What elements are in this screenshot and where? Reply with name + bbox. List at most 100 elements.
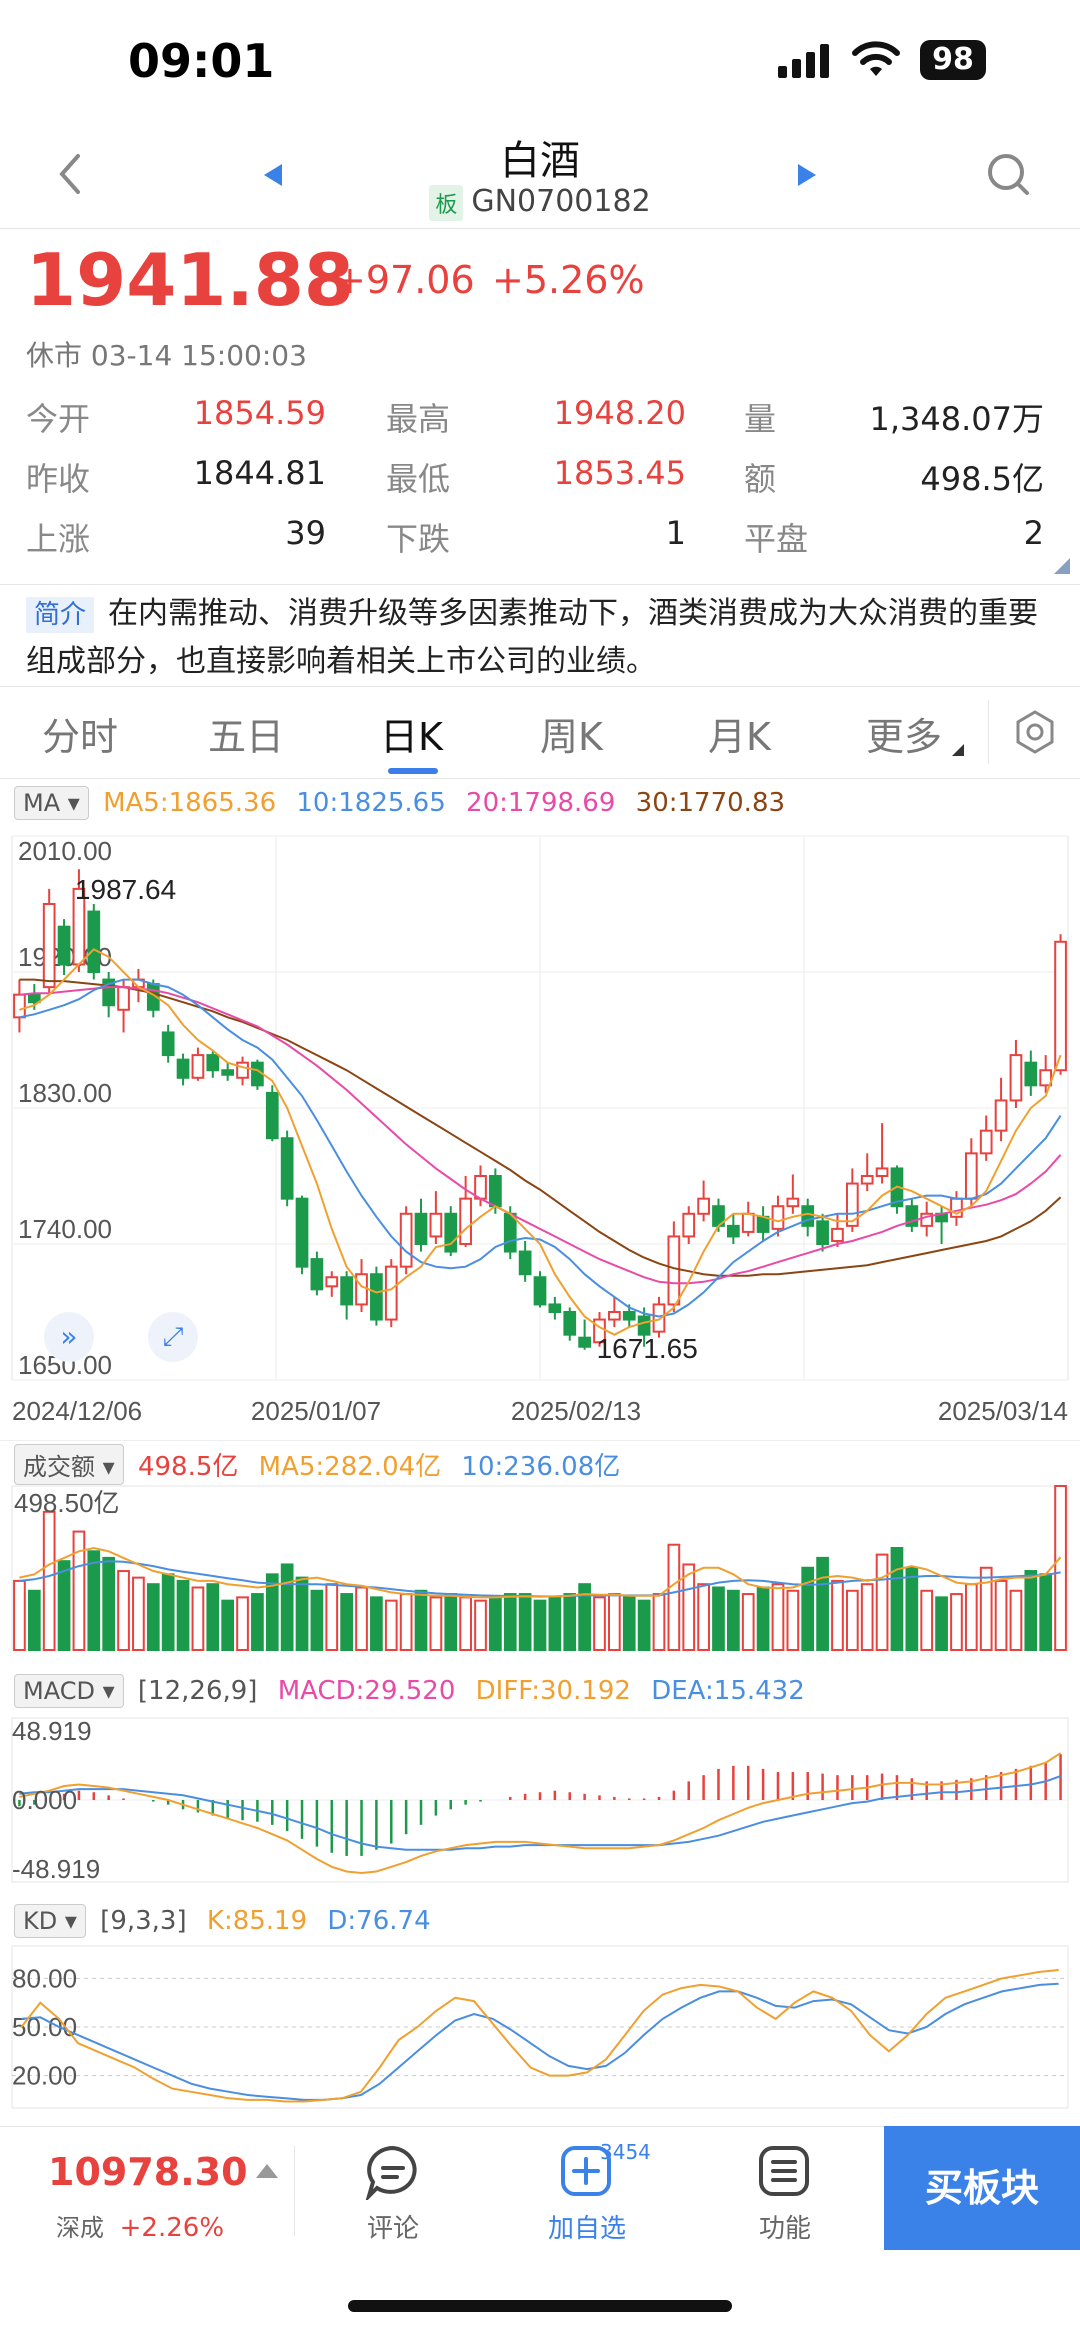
status-bar: 09:01 98: [0, 0, 1080, 120]
volume-bar: [831, 1579, 844, 1651]
home-indicator[interactable]: [348, 2300, 732, 2312]
macd-chart[interactable]: 48.919 0.000 -48.919: [0, 1712, 1080, 1884]
comment-button[interactable]: 评论: [338, 2144, 448, 2245]
fullscreen-icon[interactable]: ⤢: [148, 1312, 198, 1362]
status-time: 09:01: [128, 34, 275, 88]
period-tabs: 分时 五日 日K 周K 月K 更多: [0, 690, 1080, 780]
candle-body: [1009, 1054, 1023, 1102]
buy-board-button[interactable]: 买板块: [884, 2126, 1080, 2250]
volume-bar: [637, 1599, 651, 1651]
candle-body: [191, 1054, 205, 1079]
d-line: [21, 1982, 1059, 2101]
comment-label: 评论: [366, 2214, 419, 2244]
volume-bar: [429, 1596, 443, 1651]
caret-up-icon[interactable]: [256, 2164, 278, 2178]
low-annotation: 1671.65: [597, 1333, 698, 1364]
volume-bar: [206, 1583, 220, 1651]
stat-value-down-count: 1: [665, 514, 686, 552]
candle-body: [13, 993, 26, 1019]
candle-body: [117, 986, 130, 1011]
x-tick-label: 2025/01/07: [251, 1396, 381, 1426]
macd-selector-label: MACD: [23, 1677, 95, 1705]
volume-bar: [652, 1593, 666, 1652]
candle-body: [831, 1227, 844, 1242]
tab-intraday[interactable]: 分时: [42, 706, 118, 761]
candle-body: [27, 993, 41, 1004]
volume-bar: [994, 1579, 1008, 1651]
candle-body: [384, 1265, 398, 1321]
volume-bar: [191, 1586, 205, 1651]
candle-body: [399, 1212, 413, 1268]
gear-icon[interactable]: [1014, 710, 1056, 754]
volume-bar: [712, 1586, 725, 1651]
volume-bar: [533, 1599, 547, 1651]
volume-bar: [920, 1589, 934, 1651]
expand-corner-icon[interactable]: [1052, 556, 1072, 576]
y-tick-label: 2010.00: [18, 836, 112, 866]
stat-value-up-count: 39: [285, 514, 326, 552]
stat-value-open: 1854.59: [193, 394, 326, 432]
search-icon[interactable]: [986, 152, 1030, 196]
dea-line: [19, 1775, 1061, 1851]
candle-body: [489, 1175, 502, 1208]
candle-body: [295, 1197, 309, 1268]
tab-more[interactable]: 更多: [866, 706, 942, 761]
candle-body: [370, 1273, 383, 1321]
candle-body: [1024, 1061, 1038, 1087]
k-line: [20, 1969, 1059, 2103]
volume-bar: [816, 1556, 829, 1651]
candle-body: [548, 1303, 562, 1314]
stat-label: 下跌: [386, 520, 451, 558]
x-tick-label: 2025/02/13: [511, 1396, 641, 1426]
candle-body: [682, 1212, 696, 1238]
expand-left-icon[interactable]: »: [44, 1312, 94, 1362]
candle-body: [444, 1212, 458, 1253]
volume-bar: [964, 1583, 978, 1651]
candle-body: [667, 1235, 681, 1306]
volume-bar: [399, 1593, 413, 1652]
macd-legend: MACD ▾ [12,26,9] MACD:29.520 DIFF:30.192…: [14, 1674, 805, 1708]
volume-bar: [146, 1583, 160, 1651]
volume-bar: [1054, 1485, 1067, 1651]
tab-monthly-k[interactable]: 月K: [708, 706, 771, 761]
candle-body: [816, 1220, 829, 1246]
volume-bar: [444, 1593, 458, 1652]
kd-selector[interactable]: KD ▾: [14, 1904, 86, 1938]
candle-body: [503, 1212, 517, 1253]
candle-body: [756, 1215, 770, 1233]
volume-ma10: 10:236.08亿: [461, 1452, 621, 1482]
kd-selector-label: KD: [23, 1907, 58, 1935]
signal-icon: [778, 44, 829, 78]
tab-weekly-k[interactable]: 周K: [540, 706, 603, 761]
macd-selector[interactable]: MACD ▾: [14, 1674, 124, 1708]
stat-label: 最低: [386, 460, 451, 498]
candle-body: [875, 1167, 889, 1178]
ma-selector[interactable]: MA ▾: [14, 786, 89, 820]
volume-bar: [697, 1583, 710, 1651]
kd-chart[interactable]: 80.0050.0020.00: [0, 1942, 1080, 2112]
candle-body: [265, 1091, 279, 1140]
volume-chart[interactable]: 498.50亿: [0, 1480, 1080, 1652]
stat-value-high: 1948.20: [553, 394, 686, 432]
candle-body: [726, 1224, 740, 1238]
page-title: 白酒: [500, 138, 580, 184]
volume-bar: [102, 1556, 116, 1651]
divider: [0, 1440, 1080, 1441]
y-tick-label: 20.00: [12, 2061, 77, 2091]
index-value[interactable]: 10978.30: [48, 2150, 248, 2194]
volume-bar: [414, 1589, 428, 1651]
volume-selector[interactable]: 成交额 ▾: [14, 1444, 124, 1485]
function-button[interactable]: 功能: [730, 2144, 840, 2245]
candle-body: [310, 1258, 324, 1291]
x-tick-label: 2025/03/14: [938, 1396, 1068, 1426]
stat-value-volume: 1,348.07万: [869, 400, 1044, 438]
volume-bar: [72, 1530, 86, 1651]
tab-five-day[interactable]: 五日: [208, 706, 284, 761]
volume-bar: [340, 1593, 354, 1652]
candle-body: [1054, 940, 1067, 1072]
volume-bar: [459, 1596, 472, 1651]
board-intro[interactable]: 简介 在内需推动、消费升级等多因素推动下，酒类消费成为大众消费的重要组成部分，也直…: [26, 590, 1056, 686]
tab-divider: [988, 700, 989, 764]
tab-daily-k[interactable]: 日K: [380, 706, 443, 761]
next-board-icon[interactable]: [796, 162, 818, 188]
